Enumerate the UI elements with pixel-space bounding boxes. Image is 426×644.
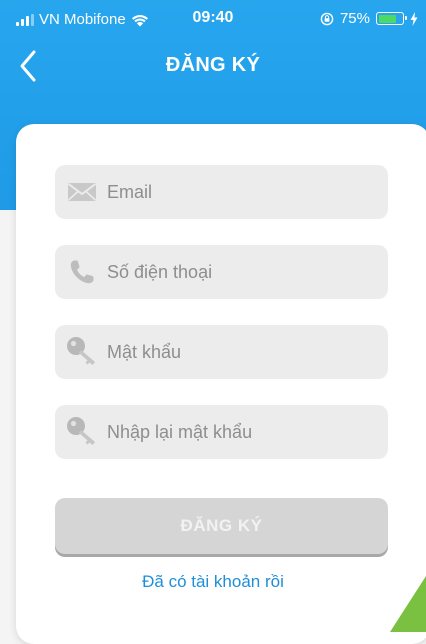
email-field[interactable] xyxy=(55,165,388,219)
battery-icon xyxy=(376,12,407,25)
register-button[interactable]: ĐĂNG KÝ xyxy=(55,498,388,554)
already-have-account-link[interactable]: Đã có tài khoản rồi xyxy=(0,572,426,592)
confirm-password-input[interactable] xyxy=(107,412,367,452)
phone-input[interactable] xyxy=(107,252,367,292)
key-icon xyxy=(65,415,99,449)
navigation-bar: ĐĂNG KÝ xyxy=(0,38,426,94)
corner-decoration xyxy=(390,576,426,632)
email-input[interactable] xyxy=(107,172,367,212)
charging-bolt-icon xyxy=(410,11,418,26)
page-title: ĐĂNG KÝ xyxy=(165,54,261,76)
key-icon xyxy=(65,335,99,369)
rotation-lock-icon xyxy=(320,12,334,25)
phone-field[interactable] xyxy=(55,245,388,299)
battery-percent: 75% xyxy=(339,10,370,27)
confirm-password-field[interactable] xyxy=(55,405,388,459)
phone-icon xyxy=(65,255,99,289)
status-bar: VN Mobifone 09:40 75% xyxy=(0,0,426,38)
password-field[interactable] xyxy=(55,325,388,379)
battery-fill xyxy=(378,14,396,23)
password-input[interactable] xyxy=(107,332,367,372)
status-right: 75% xyxy=(320,10,418,27)
envelope-icon xyxy=(65,175,99,209)
